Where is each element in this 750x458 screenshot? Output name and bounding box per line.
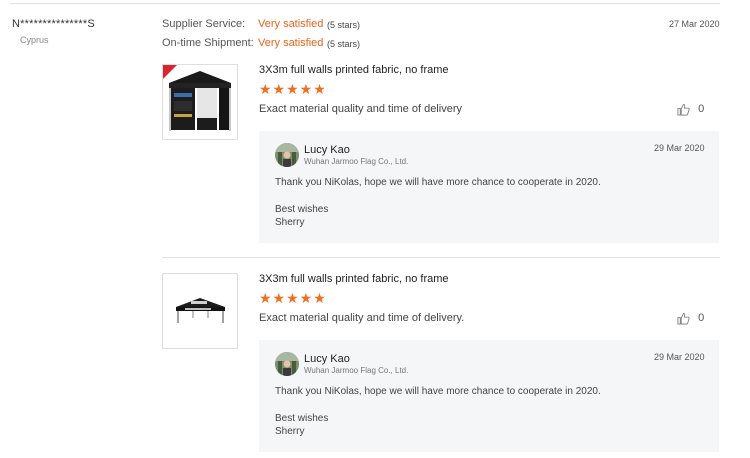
reply-date: 29 Mar 2020: [654, 352, 705, 362]
top-divider: [10, 3, 720, 4]
like-count: 0: [698, 312, 705, 325]
ontime-shipment-stars: (5 stars): [327, 39, 361, 49]
product-thumbnail[interactable]: [162, 273, 238, 349]
reply-message: Thank you NiKolas, hope we will have mor…: [275, 386, 601, 397]
like-button[interactable]: 0: [677, 103, 704, 116]
product-star-rating: ★★★★★: [259, 81, 327, 97]
replier-company[interactable]: Wuhan Jarmoo Flag Co., Ltd.: [304, 366, 408, 375]
buyer-country: Cyprus: [20, 35, 49, 45]
avatar: [275, 352, 299, 376]
like-button[interactable]: 0: [677, 312, 704, 325]
review-divider: [162, 257, 720, 258]
supplier-service-label: Supplier Service:: [162, 18, 246, 30]
product-star-rating: ★★★★★: [259, 290, 327, 306]
review-date: 27 Mar 2020: [669, 19, 720, 29]
reply-signature: Sherry: [275, 217, 305, 228]
supplier-reply: Lucy Kao Wuhan Jarmoo Flag Co., Ltd. 29 …: [259, 340, 719, 452]
thumbs-up-icon: [677, 312, 693, 325]
replier-company[interactable]: Wuhan Jarmoo Flag Co., Ltd.: [304, 157, 408, 166]
reply-closing: Best wishes: [275, 204, 329, 215]
supplier-reply: Lucy Kao Wuhan Jarmoo Flag Co., Ltd. 29 …: [259, 131, 719, 243]
ontime-shipment-value: Very satisfied: [258, 37, 324, 49]
reply-date: 29 Mar 2020: [654, 143, 705, 153]
tent-image: [163, 65, 231, 131]
reply-signature: Sherry: [275, 426, 305, 437]
supplier-service-value: Very satisfied: [258, 18, 324, 30]
thumbs-up-icon: [677, 103, 693, 116]
replier-name: Lucy Kao: [304, 353, 350, 365]
replier-name: Lucy Kao: [304, 144, 350, 156]
like-count: 0: [698, 103, 705, 116]
review-text: Exact material quality and time of deliv…: [259, 312, 465, 324]
product-thumbnail[interactable]: [162, 64, 238, 140]
tent-image: [176, 298, 225, 323]
supplier-service-stars: (5 stars): [327, 20, 361, 30]
product-title[interactable]: 3X3m full walls printed fabric, no frame: [259, 273, 449, 285]
reply-message: Thank you NiKolas, hope we will have mor…: [275, 177, 601, 188]
ontime-shipment-label: On-time Shipment:: [162, 37, 254, 49]
review-text: Exact material quality and time of deliv…: [259, 103, 462, 115]
product-title[interactable]: 3X3m full walls printed fabric, no frame: [259, 64, 449, 76]
buyer-name: N***************S: [12, 18, 95, 30]
avatar: [275, 143, 299, 167]
reply-closing: Best wishes: [275, 413, 329, 424]
